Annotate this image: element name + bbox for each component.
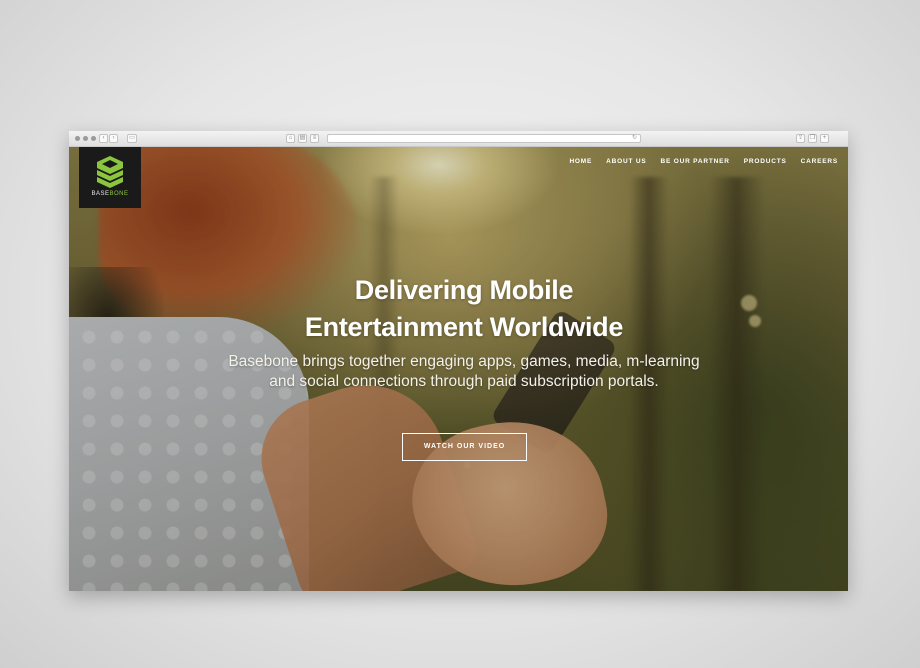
reload-icon[interactable]: ↻ — [632, 135, 637, 142]
layered-stack-icon — [97, 156, 123, 188]
add-tab-icon[interactable]: + — [820, 134, 829, 143]
reader-icon[interactable]: ≡ — [310, 134, 319, 143]
nav-item-be-our-partner[interactable]: BE OUR PARTNER — [661, 157, 730, 167]
watch-video-button[interactable]: WATCH OUR VIDEO — [402, 433, 527, 461]
tabs-icon[interactable]: ❐ — [808, 134, 817, 143]
main-navigation: HOME ABOUT US BE OUR PARTNER PRODUCTS CA… — [569, 157, 838, 167]
hero-title-line2: Entertainment Worldwide — [304, 312, 624, 342]
window-controls — [75, 136, 96, 141]
hero-content: Delivering Mobile Entertainment Worldwid… — [69, 272, 848, 392]
hero-subtitle: Basebone brings together engaging apps, … — [228, 353, 700, 390]
minimize-window-button[interactable] — [83, 136, 88, 141]
logo-wordmark: BASEBONE — [91, 191, 129, 197]
hero-section: BASEBONE HOME ABOUT US BE OUR PARTNER PR… — [69, 147, 848, 591]
back-arrow-icon[interactable]: ‹ — [99, 134, 108, 143]
home-icon[interactable]: ⌂ — [286, 134, 295, 143]
bookmarks-icon[interactable]: ▤ — [298, 134, 307, 143]
nav-item-about-us[interactable]: ABOUT US — [606, 157, 646, 167]
site-logo[interactable]: BASEBONE — [79, 147, 141, 208]
share-icon[interactable]: ⇪ — [796, 134, 805, 143]
browser-window: ‹ › ▭ ⌂ ▤ ≡ ↻ ⇪ ❐ + BASEBONE HOME ABOUT … — [69, 131, 848, 591]
hero-title-line1: Delivering Mobile — [354, 275, 574, 305]
nav-item-products[interactable]: PRODUCTS — [744, 157, 787, 167]
zoom-window-button[interactable] — [91, 136, 96, 141]
nav-item-home[interactable]: HOME — [569, 157, 592, 167]
forward-arrow-icon[interactable]: › — [109, 134, 118, 143]
nav-item-careers[interactable]: CAREERS — [801, 157, 838, 167]
close-window-button[interactable] — [75, 136, 80, 141]
browser-toolbar: ‹ › ▭ ⌂ ▤ ≡ ↻ ⇪ ❐ + — [69, 131, 848, 147]
sidebar-icon[interactable]: ▭ — [127, 134, 137, 143]
address-bar[interactable]: ↻ — [327, 134, 641, 143]
hero-title: Delivering Mobile Entertainment Worldwid… — [69, 272, 848, 346]
